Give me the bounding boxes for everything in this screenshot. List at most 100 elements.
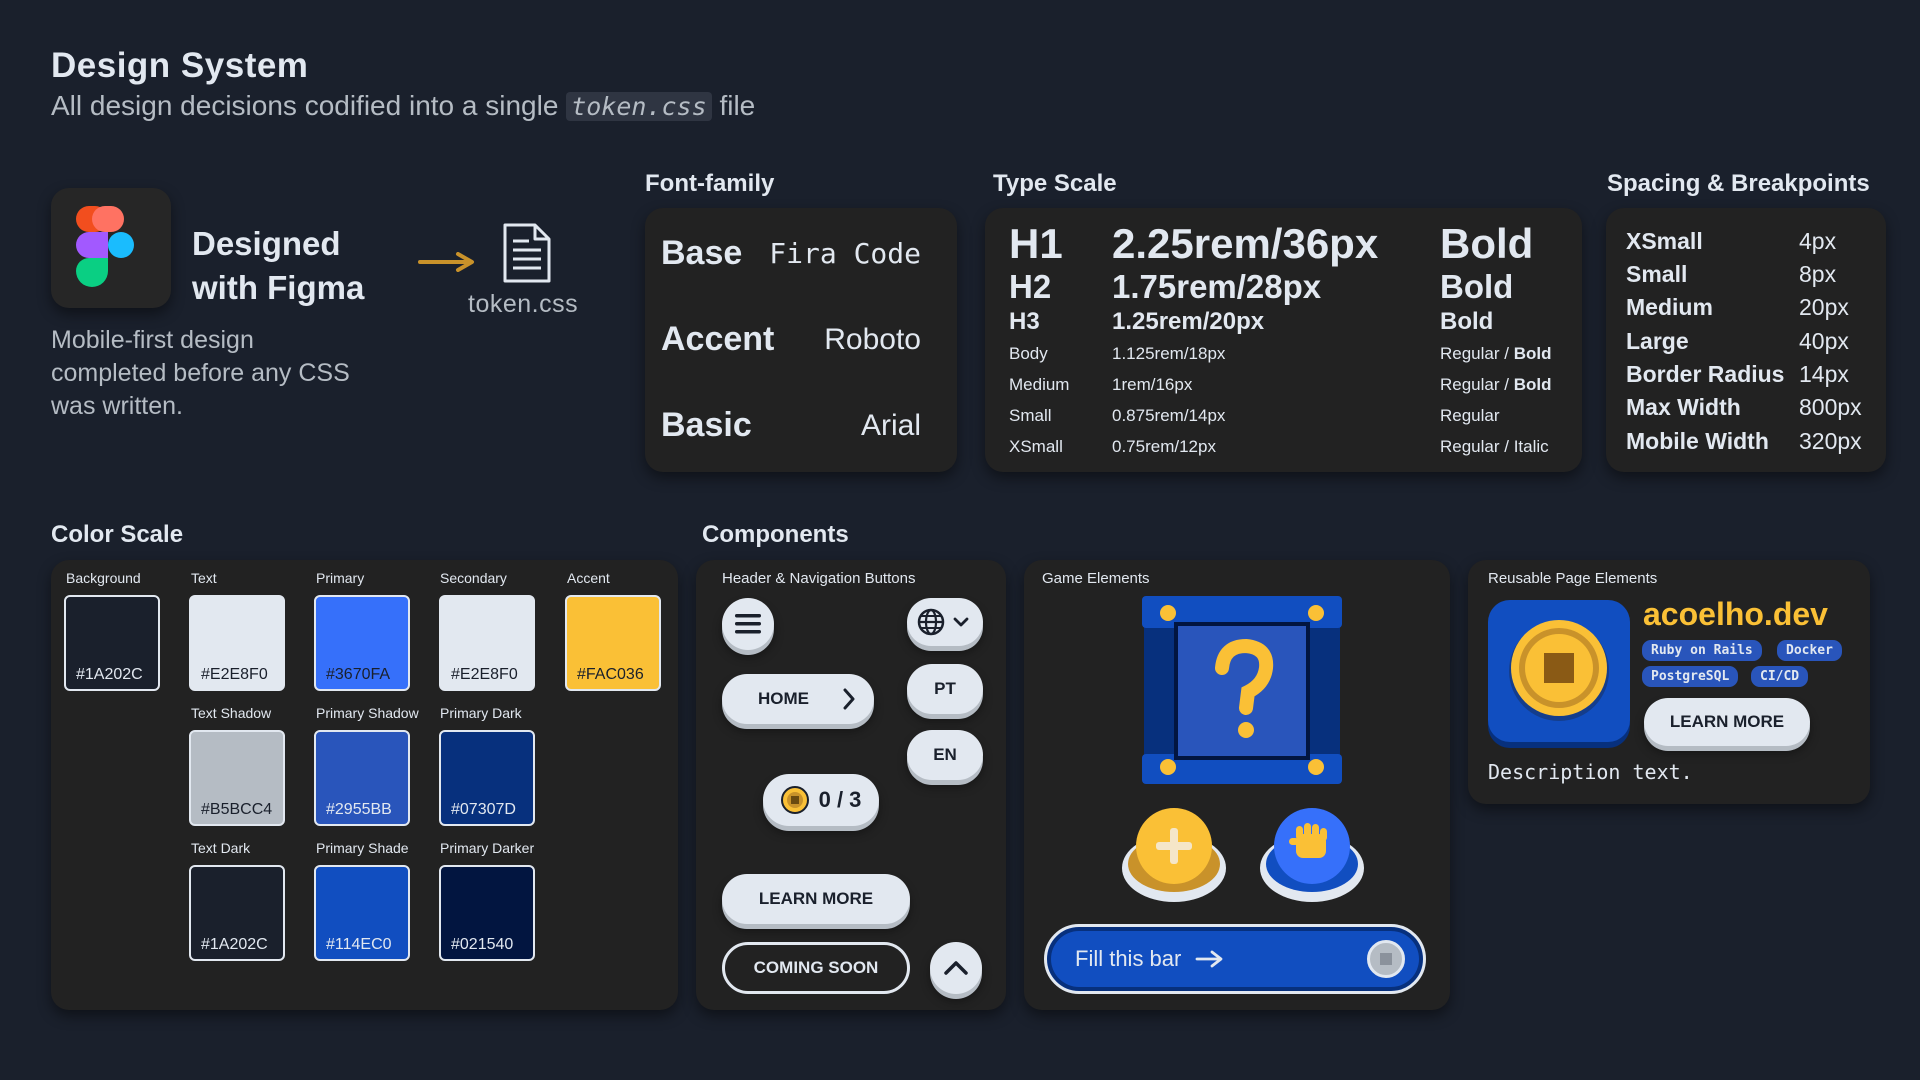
figma-heading: Designed with Figma xyxy=(192,222,432,310)
globe-icon xyxy=(917,608,969,636)
type-weight-regular: Regular / xyxy=(1440,344,1514,363)
font-value: Arial xyxy=(860,408,921,442)
font-name: Base xyxy=(661,234,743,272)
swatch-label: Primary Dark xyxy=(440,705,522,721)
language-en-button[interactable]: EN xyxy=(907,730,983,780)
swatch-label: Text Dark xyxy=(191,840,251,856)
figma-heading-line2: with Figma xyxy=(192,269,365,306)
avatar xyxy=(1488,600,1630,742)
game-label: Game Elements xyxy=(1042,570,1150,587)
spacing-value: 320px xyxy=(1799,428,1862,454)
swatch-label: Accent xyxy=(567,570,610,586)
hamburger-menu-icon xyxy=(735,614,761,634)
type-name: Small xyxy=(1009,406,1052,425)
learn-more-button[interactable]: LEARN MORE xyxy=(722,874,910,924)
color-swatch: #3670FA xyxy=(314,595,410,691)
color-swatch: #1A202C xyxy=(64,595,160,691)
type-weight: Regular / Bold xyxy=(1440,344,1551,364)
spacing-name: XSmall xyxy=(1626,228,1703,254)
type-name: Body xyxy=(1009,344,1048,363)
type-weight: Bold xyxy=(1440,268,1514,305)
spacing-name: Medium xyxy=(1626,294,1713,320)
fist-button[interactable] xyxy=(1258,804,1366,911)
components-title: Components xyxy=(702,521,849,548)
chevron-down-icon xyxy=(953,617,969,627)
spacing-name: Mobile Width xyxy=(1626,428,1769,454)
reusable-label: Reusable Page Elements xyxy=(1488,570,1658,587)
tag: PostgreSQL xyxy=(1642,666,1739,687)
swatch-label: Text xyxy=(191,570,217,586)
font-row-basic: Basic Arial xyxy=(661,406,921,445)
swatch-label: Secondary xyxy=(440,570,507,586)
home-button[interactable]: HOME xyxy=(722,674,874,724)
coming-soon-button[interactable]: COMING SOON xyxy=(722,942,910,994)
type-size: 1.75rem/28px xyxy=(1112,268,1322,305)
font-value: Roboto xyxy=(824,322,921,356)
font-family-title: Font-family xyxy=(645,170,775,197)
menu-button[interactable] xyxy=(722,598,774,650)
spacing-name: Max Width xyxy=(1626,394,1741,420)
type-name: H1 xyxy=(1009,220,1063,267)
font-value: Fira Code xyxy=(769,237,921,270)
figma-heading-line1: Designed xyxy=(192,225,341,262)
font-name: Accent xyxy=(661,320,775,358)
type-scale-title: Type Scale xyxy=(993,170,1117,197)
scroll-top-button[interactable] xyxy=(930,942,982,994)
color-swatch: #114EC0 xyxy=(314,865,410,961)
type-weight: Regular / Bold xyxy=(1440,375,1551,395)
spacing-value: 20px xyxy=(1799,294,1849,320)
page-subtitle: All design decisions codified into a sin… xyxy=(51,90,755,122)
coin-counter: 0 / 3 xyxy=(763,774,879,826)
spacing-value: 4px xyxy=(1799,228,1837,254)
spacing-value: 14px xyxy=(1799,361,1849,387)
home-button-label: HOME xyxy=(758,689,809,708)
figma-logo-icon xyxy=(51,188,171,308)
file-icon xyxy=(501,222,553,289)
plus-button[interactable] xyxy=(1120,806,1228,911)
figma-description: Mobile-first design completed before any… xyxy=(51,326,350,420)
spacing-value: 800px xyxy=(1799,394,1862,420)
fill-bar-handle[interactable] xyxy=(1367,940,1405,978)
color-swatch: #021540 xyxy=(439,865,535,961)
components-card: Header & Navigation Buttons HOME PT EN 0… xyxy=(696,560,1006,1010)
color-swatch: #FAC036 xyxy=(565,595,661,691)
tag: Docker xyxy=(1777,640,1842,661)
type-name: Medium xyxy=(1009,375,1070,394)
color-swatch: #E2E8F0 xyxy=(439,595,535,691)
type-weight-regular: Regular / xyxy=(1440,375,1514,394)
page-title: Design System xyxy=(51,46,309,85)
coin-icon xyxy=(780,786,809,814)
type-weight: Regular xyxy=(1440,406,1500,425)
arrow-right-icon xyxy=(1195,950,1223,968)
tag: CI/CD xyxy=(1751,666,1809,687)
site-name: acoelho.dev xyxy=(1643,596,1828,632)
subtitle-text-end: file xyxy=(719,90,756,121)
swatch-label: Primary Shade xyxy=(316,840,409,856)
spacing-name: Small xyxy=(1626,261,1688,287)
type-weight-bold: Bold xyxy=(1513,344,1552,363)
swatch-label: Primary Shadow xyxy=(316,705,419,721)
font-family-card: Base Fira Code Accent Roboto Basic Arial xyxy=(645,208,957,472)
type-name: H3 xyxy=(1009,308,1040,335)
spacing-value: 40px xyxy=(1799,328,1849,354)
language-pt-button[interactable]: PT xyxy=(907,664,983,714)
font-name: Basic xyxy=(661,406,752,444)
type-size: 0.875rem/14px xyxy=(1112,406,1226,425)
subtitle-text: All design decisions codified into a sin… xyxy=(51,90,559,121)
swatch-label: Primary xyxy=(316,570,365,586)
handle-square-icon xyxy=(1380,953,1392,965)
spacing-name: Large xyxy=(1626,328,1689,354)
coin-icon xyxy=(1509,620,1609,721)
tag: Ruby on Rails xyxy=(1642,640,1762,661)
spacing-card: XSmall 4px Small 8px Medium 20px Large 4… xyxy=(1606,208,1886,472)
fill-bar[interactable]: Fill this bar xyxy=(1044,924,1426,994)
learn-more-button[interactable]: LEARN MORE xyxy=(1644,698,1810,746)
spacing-title: Spacing & Breakpoints xyxy=(1607,170,1870,197)
type-weight: Bold xyxy=(1440,220,1534,267)
description-text: Description text. xyxy=(1488,760,1693,784)
question-block-icon[interactable] xyxy=(1142,596,1342,791)
color-swatch: #2955BB xyxy=(314,730,410,826)
fill-bar-text: Fill this bar xyxy=(1075,946,1182,971)
swatch-label: Background xyxy=(66,570,141,586)
language-select-button[interactable] xyxy=(907,598,983,646)
